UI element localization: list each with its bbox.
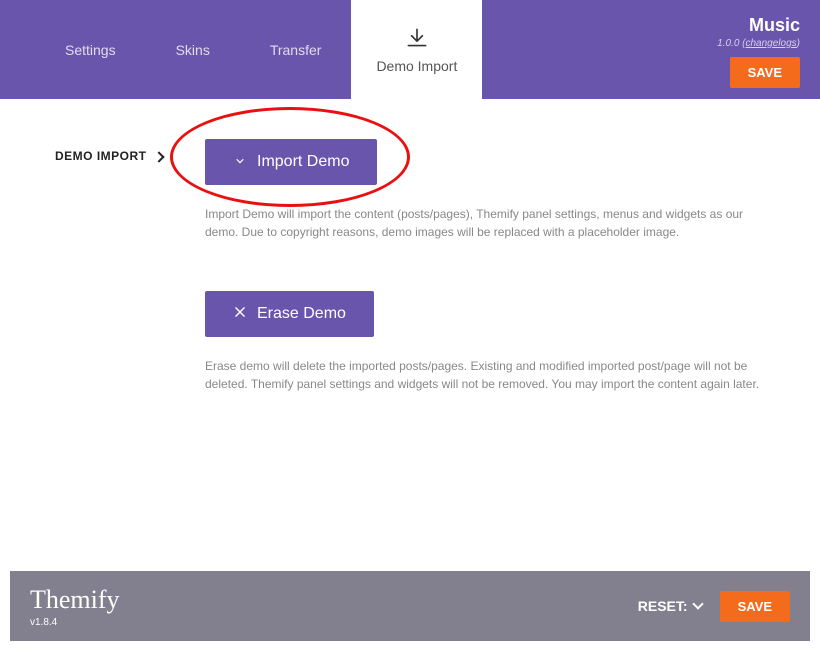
section-title: DEMO IMPORT: [55, 149, 163, 163]
tab-settings[interactable]: Settings: [35, 0, 146, 99]
footer-branding: Themify v1.8.4: [30, 585, 120, 628]
reset-button[interactable]: RESET:: [638, 598, 702, 614]
tab-transfer[interactable]: Transfer: [240, 0, 352, 99]
brand-logo: Themify: [30, 585, 120, 615]
chevron-down-icon: [692, 598, 703, 609]
tabs: Settings Skins Transfer Demo Import: [0, 0, 482, 99]
footer-version: v1.8.4: [30, 617, 120, 628]
erase-demo-label: Erase Demo: [257, 305, 346, 323]
tab-demo-import[interactable]: Demo Import: [351, 0, 482, 99]
footer-bar: Themify v1.8.4 RESET: SAVE: [10, 571, 810, 641]
import-demo-label: Import Demo: [257, 153, 349, 171]
header-bar: Settings Skins Transfer Demo Import Musi…: [0, 0, 820, 99]
tab-label: Settings: [65, 42, 116, 58]
tab-label: Transfer: [270, 42, 322, 58]
theme-meta: 1.0.0 (changelogs): [717, 38, 800, 49]
footer-actions: RESET: SAVE: [638, 591, 790, 622]
save-button-top[interactable]: SAVE: [730, 57, 800, 88]
download-arrow-icon: [233, 153, 247, 171]
theme-version: 1.0.0: [717, 38, 739, 49]
erase-demo-button[interactable]: Erase Demo: [205, 291, 374, 337]
import-desc: Import Demo will import the content (pos…: [205, 205, 775, 241]
close-icon: [233, 305, 247, 323]
save-button-bottom[interactable]: SAVE: [720, 591, 790, 622]
tab-label: Demo Import: [376, 58, 457, 74]
erase-desc: Erase demo will delete the imported post…: [205, 357, 775, 393]
import-demo-button[interactable]: Import Demo: [205, 139, 377, 185]
changelogs-link[interactable]: changelogs: [746, 38, 797, 49]
download-icon: [404, 26, 430, 52]
header-meta: Music 1.0.0 (changelogs) SAVE: [717, 15, 800, 88]
theme-title: Music: [717, 15, 800, 36]
content-area: DEMO IMPORT Import Demo Import Demo will…: [0, 99, 820, 433]
actions: Import Demo Import Demo will import the …: [205, 139, 775, 393]
tab-label: Skins: [176, 42, 210, 58]
reset-label: RESET:: [638, 598, 688, 614]
tab-skins[interactable]: Skins: [146, 0, 240, 99]
